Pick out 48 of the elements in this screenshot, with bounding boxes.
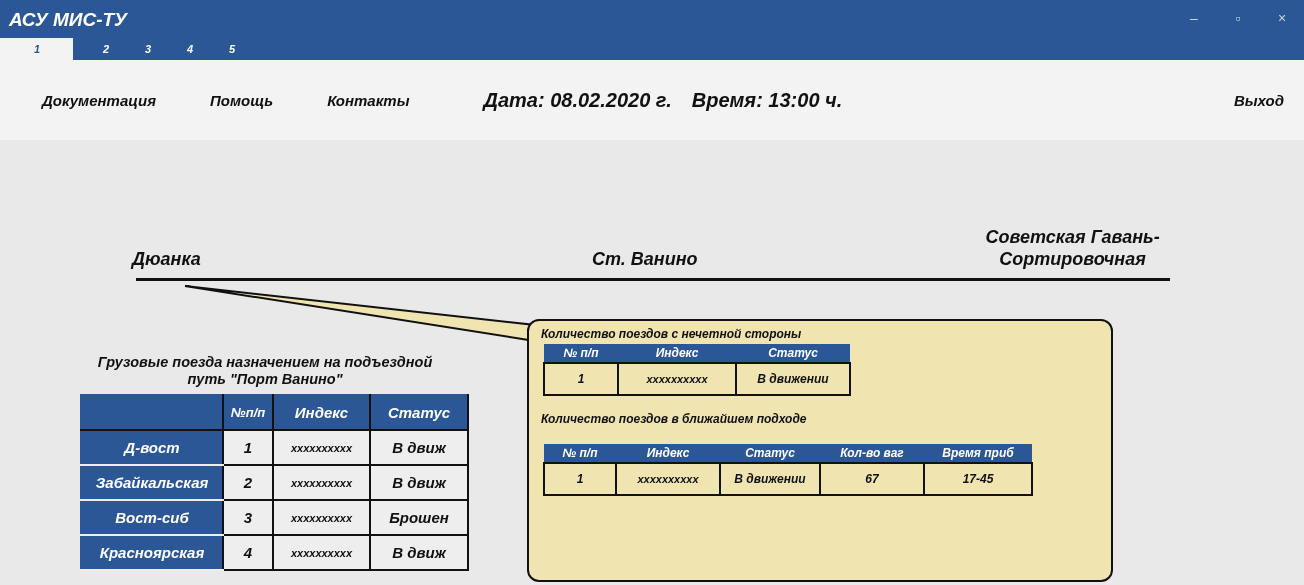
menu-link[interactable]: Помощь (210, 91, 274, 109)
table-title: Количество поездов с нечетной стороны (541, 327, 803, 341)
table-cell: 4 (223, 535, 273, 570)
table-title: Грузовые поезда назначением на подъездной путь "Порт Ванино" (96, 354, 434, 388)
station-label: Советская Гавань- Сортировочная (985, 226, 1160, 270)
tab[interactable]: 4 (179, 38, 221, 60)
row-header: Вост-сиб (81, 500, 223, 535)
table-cell: В движении (736, 363, 850, 395)
table-cell: 1 (223, 430, 273, 465)
table-cell: В движ (370, 535, 468, 570)
table-cell: 1 (544, 363, 618, 395)
header-cell: №п/п (223, 395, 273, 430)
table-cell: Брошен (370, 500, 468, 535)
table-cell: 1 (544, 463, 616, 495)
table-cell: xxxxxxxxxx (618, 363, 736, 395)
menu-link[interactable]: Документация (42, 91, 156, 109)
table-cell: 2 (223, 465, 273, 500)
tab[interactable]: 2 (95, 38, 137, 60)
date-label: Дата: 08.02.2020 г. (483, 88, 672, 112)
window-title: АСУ МИС-ТУ (8, 8, 127, 31)
minimize-button[interactable]: – (1172, 0, 1216, 36)
station-label: Ст. Ванино (592, 248, 698, 270)
row-header: Д-вост (81, 430, 223, 465)
table-cell: xxxxxxxxxx (273, 535, 370, 570)
close-button[interactable]: × (1260, 0, 1304, 36)
tab[interactable]: 1 (0, 38, 73, 60)
table-cell: В движ (370, 430, 468, 465)
station-label: Дюанка (132, 248, 202, 270)
tab[interactable]: 3 (137, 38, 179, 60)
table-cell: xxxxxxxxxx (273, 430, 370, 465)
table-cell: 67 (820, 463, 924, 495)
row-header: Забайкальская (81, 465, 223, 500)
table-cell: xxxxxxxxxx (616, 463, 720, 495)
tab[interactable]: 5 (221, 38, 263, 60)
table-cell: 3 (223, 500, 273, 535)
table-cell: xxxxxxxxxx (273, 465, 370, 500)
time-label: Время: 13:00 ч. (691, 88, 843, 112)
exit-link[interactable]: Выход (1233, 91, 1284, 109)
menu-link[interactable]: Контакты (327, 91, 410, 109)
header-cell: Индекс (273, 395, 370, 430)
header-cell: Статус (370, 395, 468, 430)
table-cell: В движении (720, 463, 820, 495)
row-header: Красноярская (81, 535, 223, 570)
table-cell: 17-45 (924, 463, 1032, 495)
table-cell: xxxxxxxxxx (273, 500, 370, 535)
table-title: Количество поездов в ближайшем подходе (541, 412, 808, 426)
table-cell: В движ (370, 465, 468, 500)
maximize-button[interactable]: ▫ (1216, 0, 1260, 36)
